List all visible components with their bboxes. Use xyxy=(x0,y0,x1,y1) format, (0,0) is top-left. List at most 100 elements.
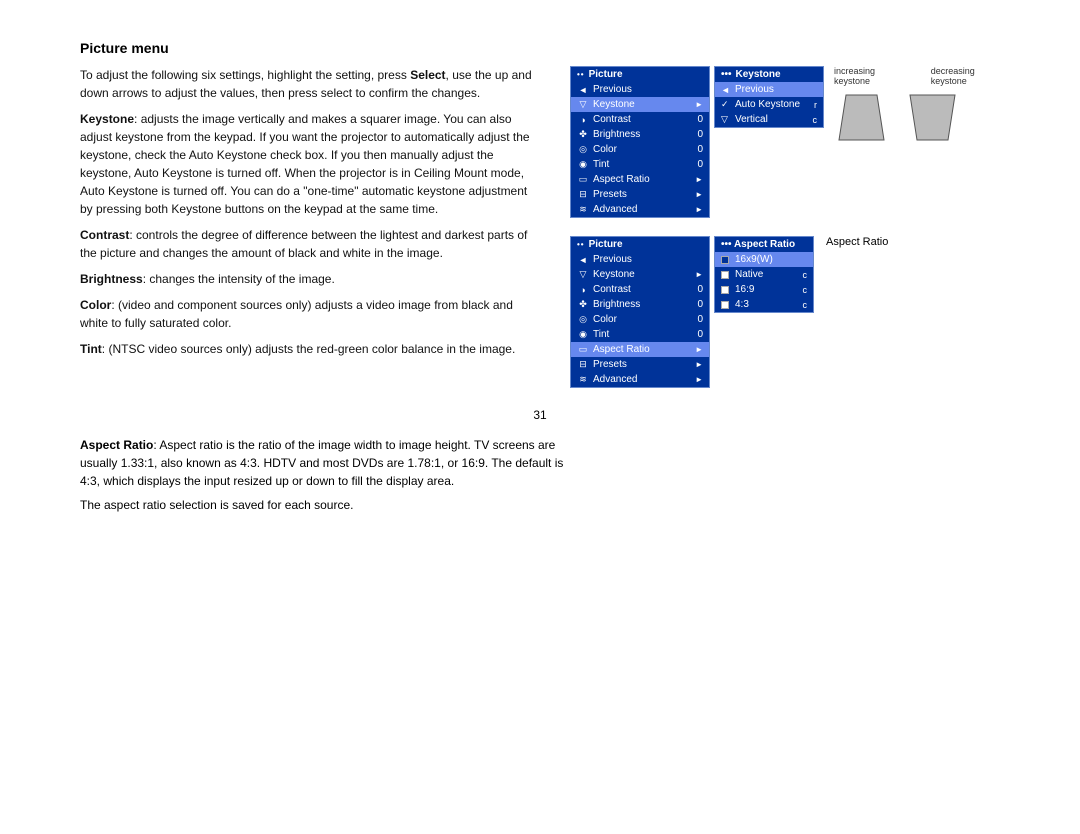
aspect-sub-43[interactable]: 4:3 c xyxy=(715,297,813,312)
menu2-item-tint[interactable]: ◉ Tint 0 xyxy=(571,327,709,342)
menu1-previous-label: Previous xyxy=(593,84,703,95)
aspect-ratio-label-text: Aspect Ratio xyxy=(826,236,888,248)
aspect-sub-169[interactable]: 16:9 c xyxy=(715,282,813,297)
keystone-sub-auto[interactable]: ✓ Auto Keystone r xyxy=(715,97,823,112)
m2-presets-arrow: ► xyxy=(695,360,703,369)
menu1-item-previous[interactable]: ◄ Previous xyxy=(571,82,709,97)
menu1-contrast-value: 0 xyxy=(691,114,703,125)
aspect-submenu-dots: ••• xyxy=(721,239,732,250)
aspect-ratio-note: The aspect ratio selection is saved for … xyxy=(80,496,570,514)
169-shortcut: c xyxy=(803,285,808,295)
diagrams-row xyxy=(834,90,1000,145)
menu2-tint-value: 0 xyxy=(691,329,703,340)
menu1-item-tint[interactable]: ◉ Tint 0 xyxy=(571,157,709,172)
radio-native xyxy=(721,271,729,279)
section-title: Picture menu xyxy=(80,40,1000,56)
aspect-submenu: ••• Aspect Ratio 16x9(W) Native c xyxy=(714,236,814,313)
lower-text-column: Aspect Ratio: Aspect ratio is the ratio … xyxy=(80,436,570,520)
ks-auto-shortcut: r xyxy=(814,100,817,110)
menu1-item-contrast[interactable]: ◑ Contrast 0 xyxy=(571,112,709,127)
aspect-ratio-para: Aspect Ratio: Aspect ratio is the ratio … xyxy=(80,436,570,490)
menu1-brightness-value: 0 xyxy=(691,129,703,140)
ks-auto-check: ✓ xyxy=(721,99,731,110)
menu1-contrast-label: Contrast xyxy=(593,114,687,125)
aspect-submenu-title: ••• Aspect Ratio xyxy=(715,237,813,252)
menu1-item-brightness[interactable]: ✤ Brightness 0 xyxy=(571,127,709,142)
keystone-icon: ▽ xyxy=(577,99,589,110)
menu2-item-presets[interactable]: ⊟ Presets ► xyxy=(571,357,709,372)
menu2-item-keystone[interactable]: ▽ Keystone ► xyxy=(571,267,709,282)
advanced-arrow: ► xyxy=(695,205,703,214)
contrast-icon: ◑ xyxy=(577,115,589,125)
m2-tint-icon: ◉ xyxy=(577,329,589,340)
keystone-submenu-label: Keystone xyxy=(736,69,781,80)
m2-brightness-icon: ✤ xyxy=(577,299,589,310)
menu1-item-presets[interactable]: ⊟ Presets ► xyxy=(571,187,709,202)
radio-43 xyxy=(721,301,729,309)
keystone-sub-previous[interactable]: ◄ Previous xyxy=(715,82,823,97)
radio-16x9 xyxy=(721,256,729,264)
m2-advanced-icon: ≋ xyxy=(577,374,589,385)
increasing-keystone-shape xyxy=(834,90,889,145)
ks-vert-label: Vertical xyxy=(735,114,768,125)
menu-group-1: •• Picture ◄ Previous ▽ Keystone ► xyxy=(570,66,1000,218)
menu2-item-contrast[interactable]: ◑ Contrast 0 xyxy=(571,282,709,297)
presets-icon: ⊟ xyxy=(577,189,589,200)
color-icon: ◎ xyxy=(577,144,589,155)
m2-contrast-icon: ◑ xyxy=(577,285,589,295)
menu2-keystone-label: Keystone xyxy=(593,269,689,280)
menu2-item-brightness[interactable]: ✤ Brightness 0 xyxy=(571,297,709,312)
text-column-upper: To adjust the following six settings, hi… xyxy=(80,66,540,388)
radio-169 xyxy=(721,286,729,294)
menu1-tint-label: Tint xyxy=(593,159,687,170)
menu1-item-aspect-ratio[interactable]: ▭ Aspect Ratio ► xyxy=(571,172,709,187)
menu2-item-previous[interactable]: ◄ Previous xyxy=(571,252,709,267)
menu-group-2: •• Picture ◄ Previous ▽ Keystone ► ◑ C xyxy=(570,236,1000,388)
m2-color-icon: ◎ xyxy=(577,314,589,325)
menu2-contrast-value: 0 xyxy=(691,284,703,295)
menu1-title-label: Picture xyxy=(589,69,623,80)
keystone-submenu-dots: ••• xyxy=(721,69,732,80)
keystone-arrow: ► xyxy=(695,100,703,109)
m2-keystone-arrow: ► xyxy=(695,270,703,279)
aspect-native-label: Native xyxy=(735,269,763,280)
keystone-submenu-title: ••• Keystone xyxy=(715,67,823,82)
menu2-item-aspect-ratio[interactable]: ▭ Aspect Ratio ► xyxy=(571,342,709,357)
keystone-sub-vertical[interactable]: ▽ Vertical c xyxy=(715,112,823,127)
native-shortcut: c xyxy=(803,270,808,280)
aspect-sub-16x9[interactable]: 16x9(W) xyxy=(715,252,813,267)
keystone-submenu: ••• Keystone ◄ Previous ✓ Auto Keystone … xyxy=(714,66,824,128)
aspect-169-label: 16:9 xyxy=(735,284,754,295)
m2-keystone-icon: ▽ xyxy=(577,269,589,280)
menu2-presets-label: Presets xyxy=(593,359,689,370)
menu1-brightness-label: Brightness xyxy=(593,129,687,140)
tint-icon: ◉ xyxy=(577,159,589,170)
menu2-item-advanced[interactable]: ≋ Advanced ► xyxy=(571,372,709,387)
aspect-sub-native[interactable]: Native c xyxy=(715,267,813,282)
advanced-icon: ≋ xyxy=(577,204,589,215)
presets-arrow: ► xyxy=(695,190,703,199)
menu1-presets-label: Presets xyxy=(593,189,689,200)
page-container: Picture menu To adjust the following six… xyxy=(0,0,1080,834)
menu1-item-color[interactable]: ◎ Color 0 xyxy=(571,142,709,157)
menu2-brightness-label: Brightness xyxy=(593,299,687,310)
increasing-label: increasing keystone xyxy=(834,66,901,86)
menu2-aspect-label: Aspect Ratio xyxy=(593,344,689,355)
m2-aspect-icon: ▭ xyxy=(577,344,589,355)
menu1-tint-value: 0 xyxy=(691,159,703,170)
keystone-text: Keystone: adjusts the image vertically a… xyxy=(80,110,540,218)
menu1-item-keystone[interactable]: ▽ Keystone ► xyxy=(571,97,709,112)
aspect-43-label: 4:3 xyxy=(735,299,749,310)
menu1-advanced-label: Advanced xyxy=(593,204,689,215)
menu2-item-color[interactable]: ◎ Color 0 xyxy=(571,312,709,327)
prev-arrow-icon: ◄ xyxy=(577,85,589,95)
menu1-item-advanced[interactable]: ≋ Advanced ► xyxy=(571,202,709,217)
m2-aspect-arrow: ► xyxy=(695,345,703,354)
page-number: 31 xyxy=(80,408,1000,422)
menu2-advanced-label: Advanced xyxy=(593,374,689,385)
ks-prev-icon: ◄ xyxy=(721,85,731,95)
lower-content-area: Aspect Ratio: Aspect ratio is the ratio … xyxy=(80,436,1000,520)
m2-presets-icon: ⊟ xyxy=(577,359,589,370)
menu2-color-value: 0 xyxy=(691,314,703,325)
picture-menu-1: •• Picture ◄ Previous ▽ Keystone ► xyxy=(570,66,710,218)
